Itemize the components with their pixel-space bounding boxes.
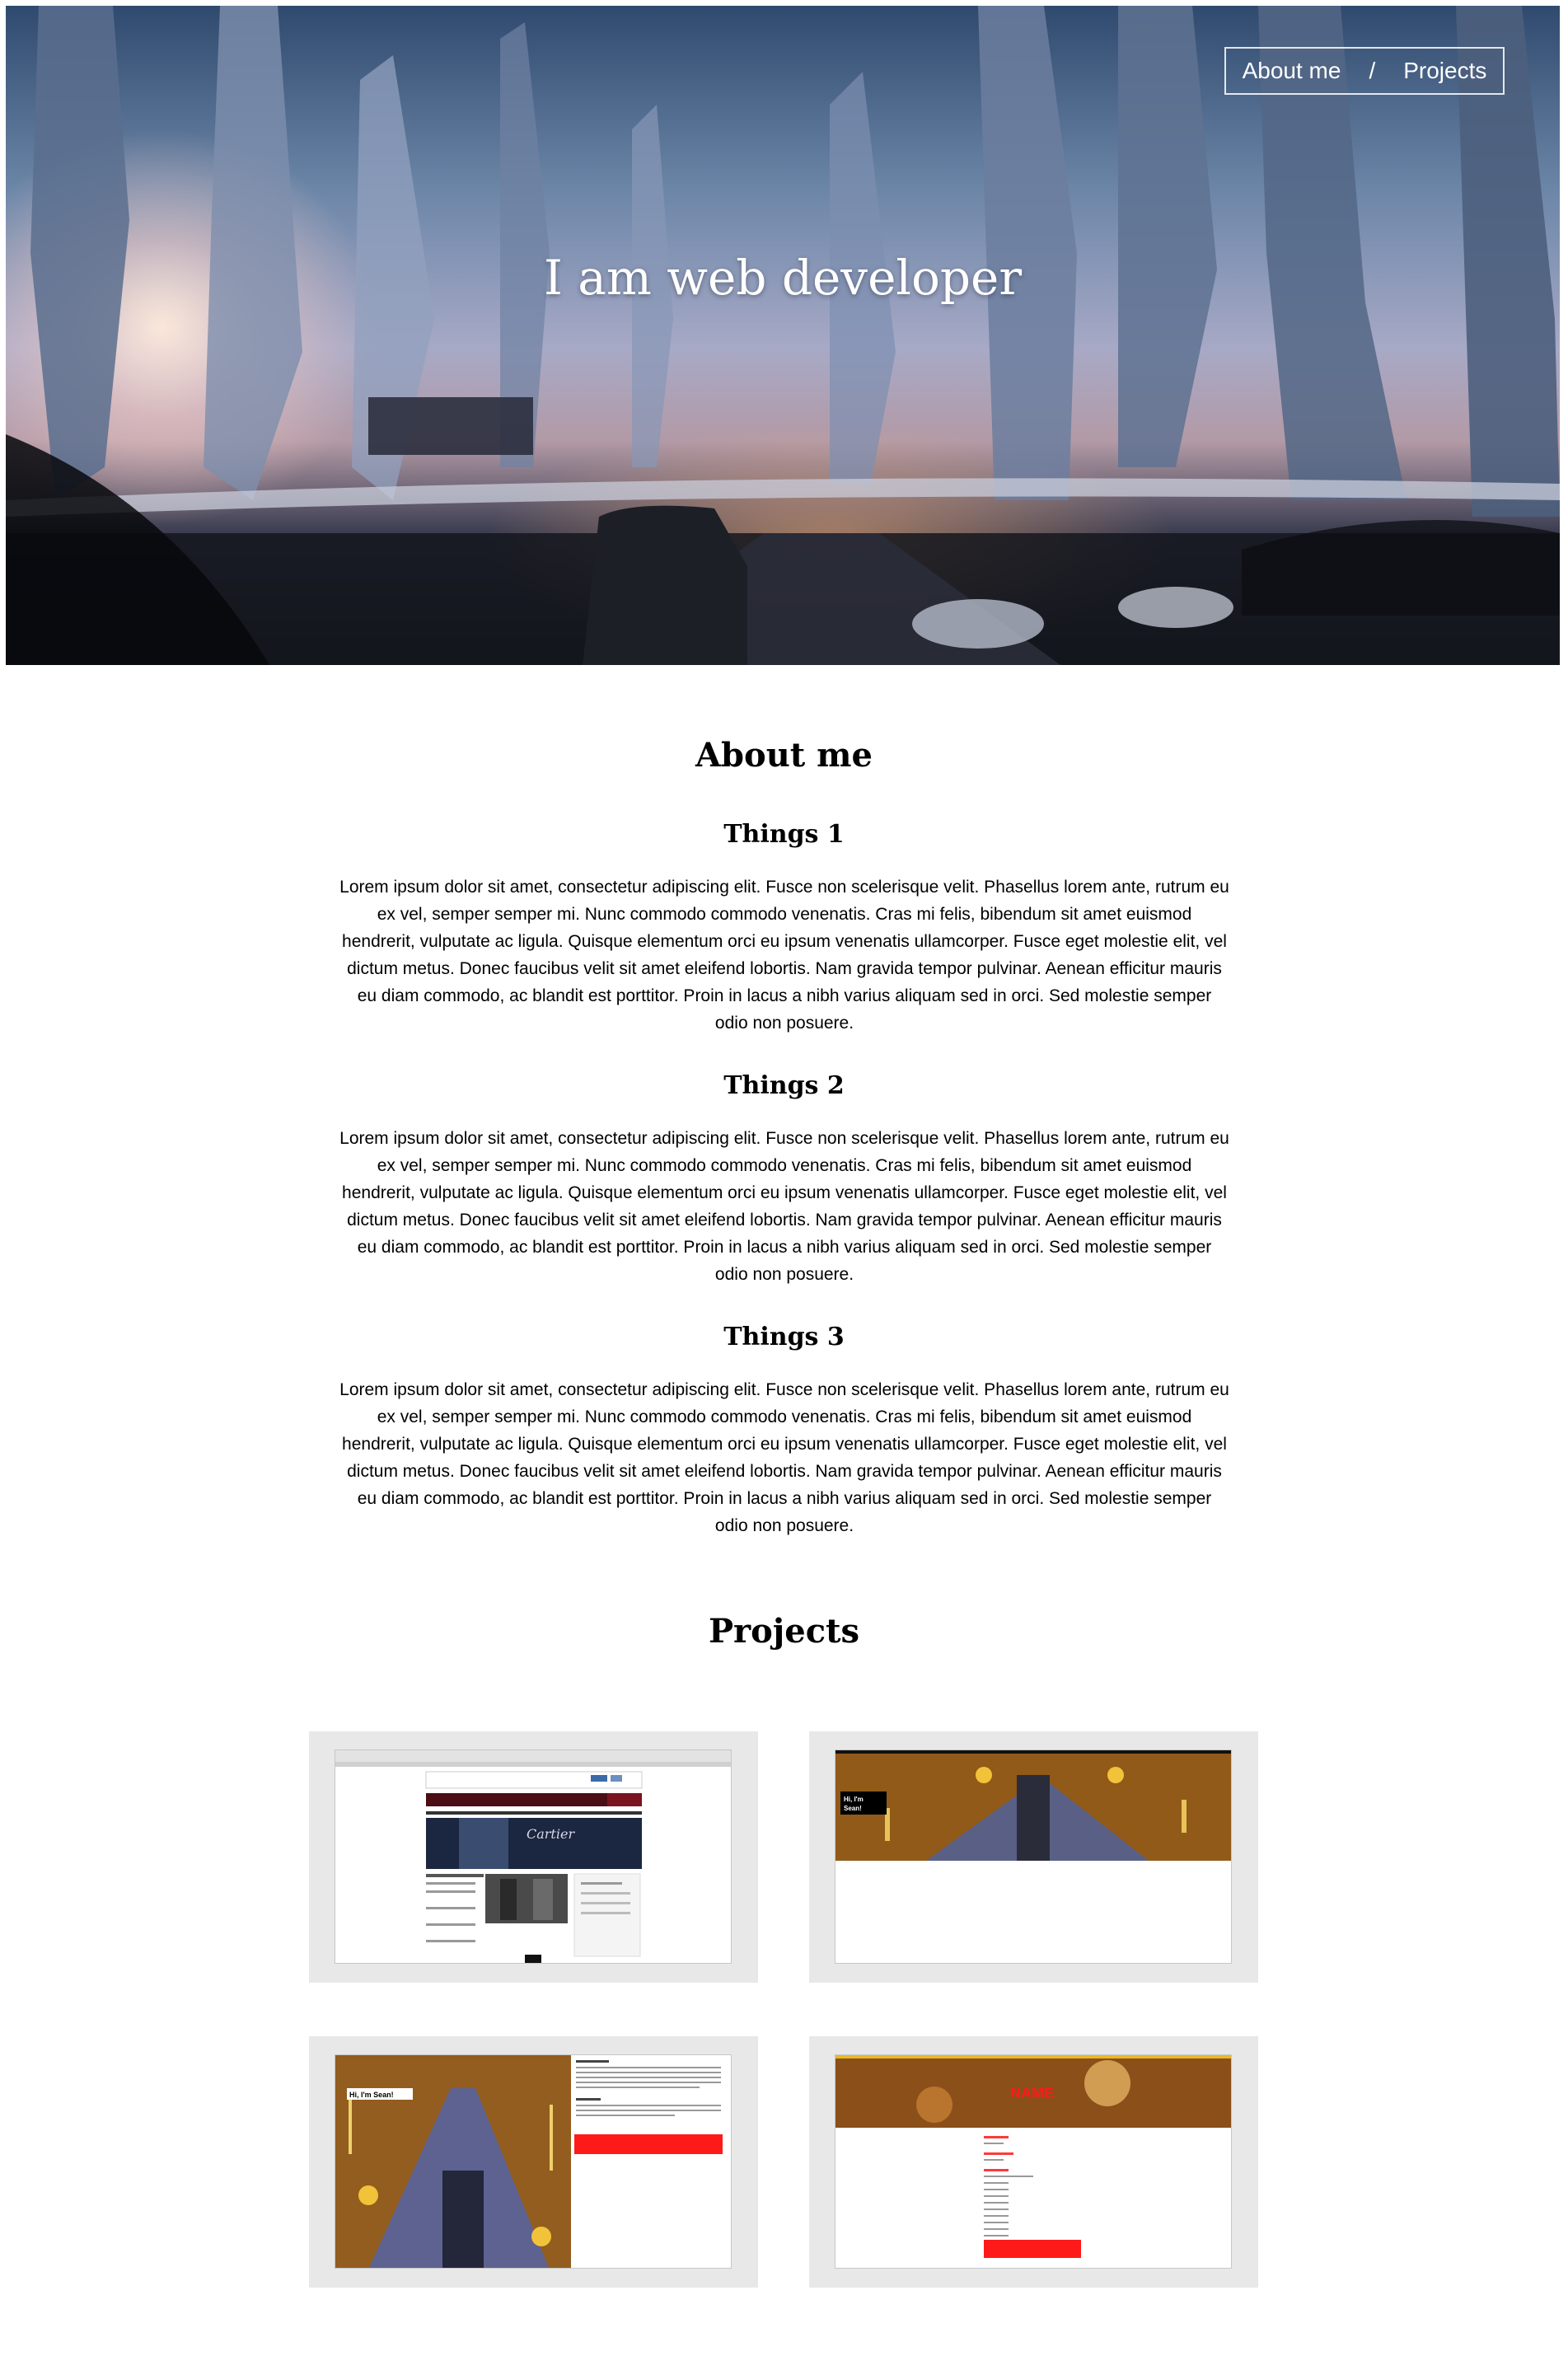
nav-separator: /: [1369, 58, 1376, 83]
p3-greeting: Hi, I'm Sean!: [349, 2091, 394, 2099]
project-card-4[interactable]: NAME: [809, 2036, 1258, 2288]
project-thumbnail-1: Cartier: [335, 1749, 732, 1964]
p1-brand-text: Cartier: [527, 1826, 575, 1842]
about-item-title-1: Things 1: [723, 820, 845, 849]
about-item-title-3: Things 3: [723, 1323, 845, 1351]
p2-greeting-line1: Hi, I'm: [844, 1796, 864, 1803]
projects-heading: Projects: [708, 1612, 860, 1651]
about-item-text-2: Lorem ipsum dolor sit amet, consectetur …: [339, 1129, 1229, 1284]
about-item-text-1: Lorem ipsum dolor sit amet, consectetur …: [339, 878, 1229, 1033]
hero-title: I am web developer: [543, 250, 1023, 306]
hero-banner: About me / Projects I am web developer: [6, 6, 1560, 665]
nav-link-projects[interactable]: Projects: [1403, 58, 1486, 84]
project-thumbnail-2: Hi, I'm Sean!: [835, 1749, 1232, 1964]
about-item-title-2: Things 2: [723, 1071, 845, 1100]
project-thumbnail-3: Hi, I'm Sean!: [335, 2054, 732, 2269]
p4-name-text: NAME: [1010, 2085, 1054, 2101]
about-heading: About me: [695, 736, 873, 775]
top-nav: About me / Projects: [1224, 47, 1505, 95]
hero-cityscape-image: [6, 6, 1560, 665]
project-card-1[interactable]: Cartier: [309, 1731, 758, 1983]
project-card-2[interactable]: Hi, I'm Sean!: [809, 1731, 1258, 1983]
about-item-text-3: Lorem ipsum dolor sit amet, consectetur …: [339, 1380, 1229, 1535]
nav-link-about[interactable]: About me: [1243, 58, 1341, 84]
project-thumbnail-4: NAME: [835, 2054, 1232, 2269]
project-card-3[interactable]: Hi, I'm Sean!: [309, 2036, 758, 2288]
p2-greeting-line2: Sean!: [844, 1805, 862, 1812]
